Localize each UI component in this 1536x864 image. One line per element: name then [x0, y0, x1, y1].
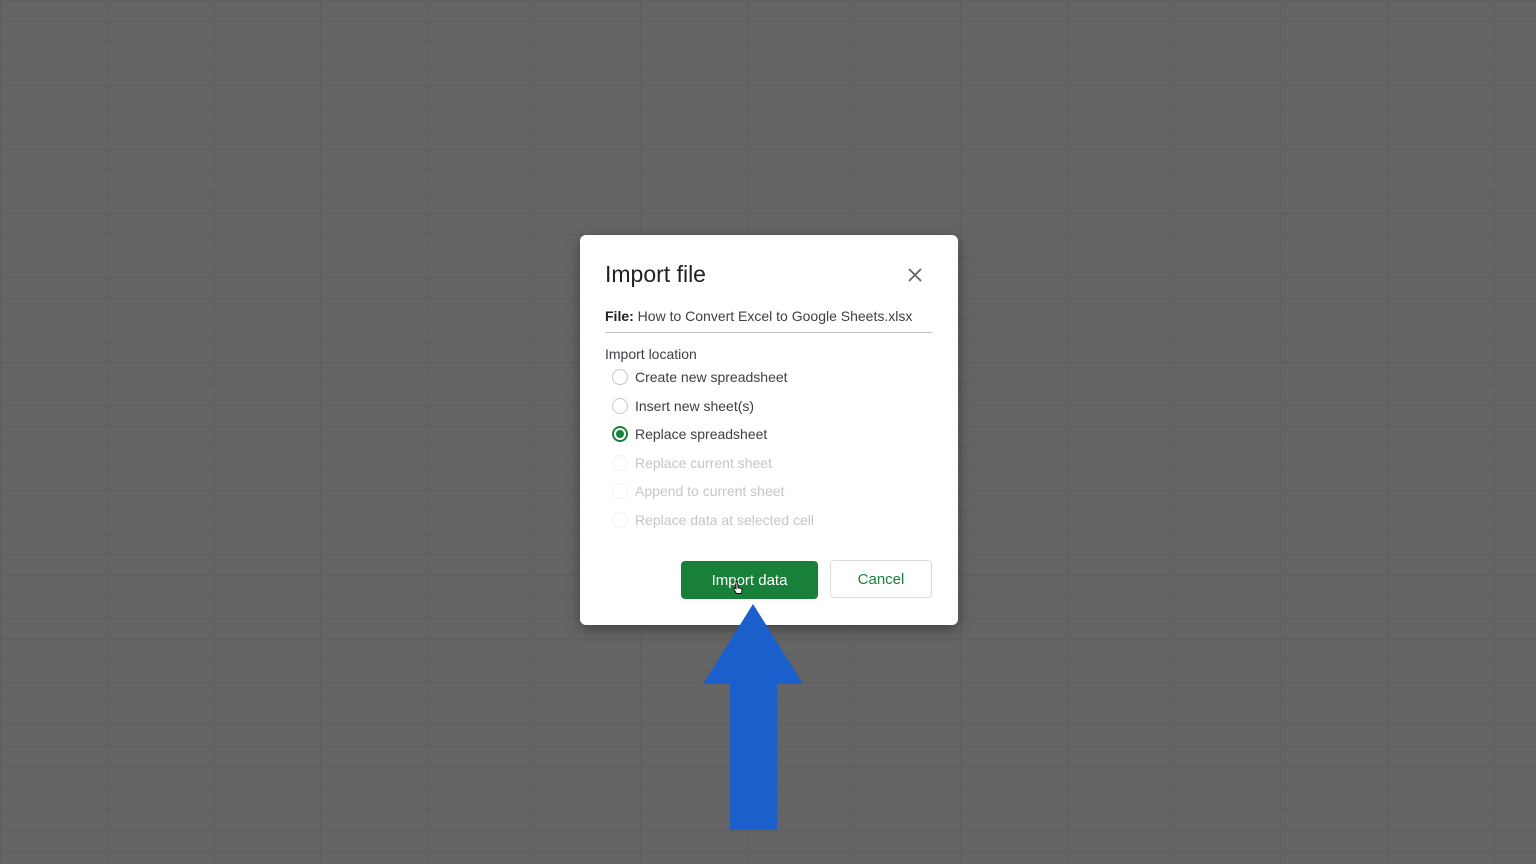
option-label: Replace current sheet [635, 455, 772, 471]
option-append-to-current-sheet: Append to current sheet [612, 480, 784, 502]
import-data-button[interactable]: Import data [681, 561, 818, 599]
file-name: How to Convert Excel to Google Sheets.xl… [637, 308, 913, 324]
import-location-label: Import location [605, 346, 697, 362]
close-button[interactable] [903, 263, 927, 287]
option-replace-current-sheet: Replace current sheet [612, 452, 772, 474]
option-label: Create new spreadsheet [635, 369, 788, 385]
option-label: Append to current sheet [635, 483, 785, 499]
option-label: Replace data at selected cell [635, 512, 814, 528]
dialog-title: Import file [605, 261, 706, 287]
file-info: File: How to Convert Excel to Google She… [605, 308, 932, 333]
import-file-dialog: Import file File: How to Convert Excel t… [580, 235, 958, 625]
up-arrow-icon [703, 604, 803, 830]
option-replace-spreadsheet[interactable]: Replace spreadsheet [612, 423, 767, 445]
file-label: File: [605, 308, 634, 324]
radio-button[interactable] [612, 398, 628, 414]
radio-button-disabled [612, 455, 628, 471]
option-create-new-spreadsheet[interactable]: Create new spreadsheet [612, 366, 788, 388]
option-label: Insert new sheet(s) [635, 398, 755, 414]
option-label: Replace spreadsheet [635, 426, 768, 442]
option-insert-new-sheets[interactable]: Insert new sheet(s) [612, 395, 754, 417]
option-replace-data-at-selected-cell: Replace data at selected cell [612, 509, 814, 531]
pointer-cursor-icon [732, 580, 743, 594]
cancel-button[interactable]: Cancel [830, 560, 932, 598]
radio-button-selected[interactable] [612, 426, 628, 442]
radio-button[interactable] [612, 369, 628, 385]
radio-button-disabled [612, 483, 628, 499]
radio-button-disabled [612, 512, 628, 528]
close-icon [908, 268, 922, 282]
